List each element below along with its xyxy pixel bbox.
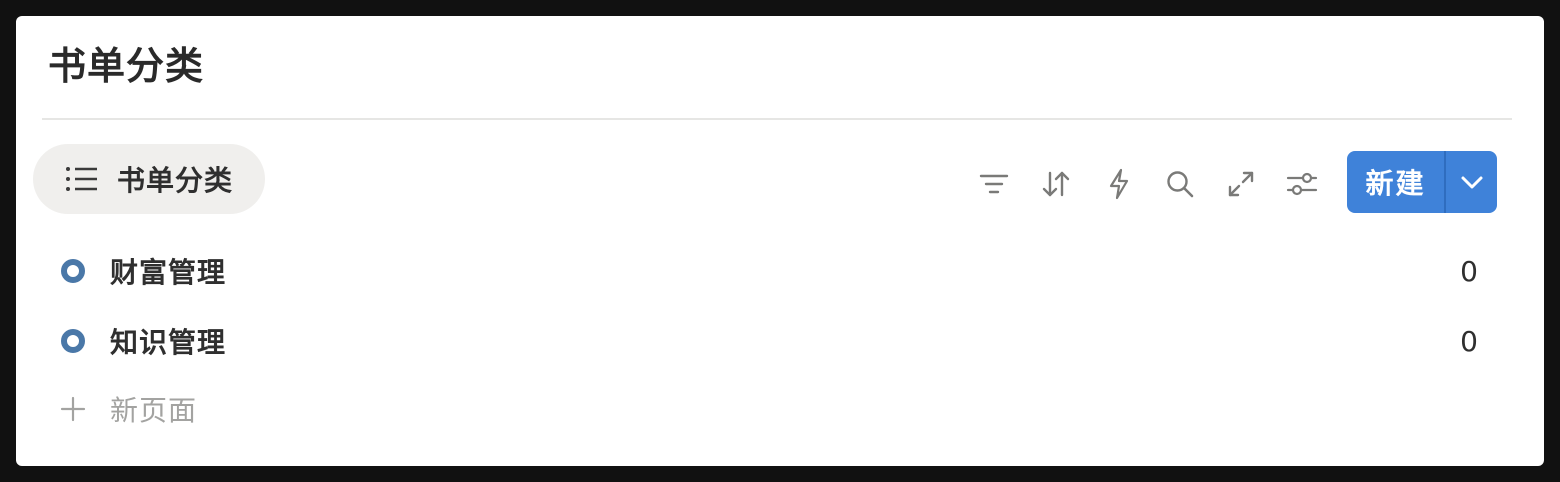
new-dropdown-button[interactable] [1446,151,1497,213]
list-item[interactable]: 知识管理 0 [58,313,1498,369]
new-button-group: 新建 [1347,151,1497,213]
expand-icon[interactable] [1223,166,1259,202]
list-item-count: 0 [1460,254,1478,288]
chevron-down-icon [1460,174,1484,190]
view-tab-label: 书单分类 [117,164,234,197]
list-item-title: 知识管理 [110,326,227,359]
filter-icon[interactable] [976,166,1012,202]
list-item-title: 财富管理 [110,256,227,289]
new-button[interactable]: 新建 [1347,151,1444,213]
search-icon[interactable] [1162,166,1198,202]
automation-icon[interactable] [1101,166,1137,202]
list-item-count: 0 [1460,324,1478,358]
list-icon [65,164,99,194]
category-icon [58,256,88,286]
sort-icon[interactable] [1038,166,1074,202]
settings-icon[interactable] [1284,166,1320,202]
view-tab[interactable]: 书单分类 [33,144,265,214]
title-divider [42,118,1512,120]
database-card: 书单分类 书单分类 新建 财富管理 0 知识管理 0 新页面 [16,16,1544,466]
new-page-label: 新页面 [110,394,198,427]
category-icon [58,326,88,356]
new-page-button[interactable]: 新页面 [58,383,197,435]
page-title: 书单分类 [48,44,205,88]
list-item[interactable]: 财富管理 0 [58,243,1498,299]
plus-icon [58,394,88,424]
